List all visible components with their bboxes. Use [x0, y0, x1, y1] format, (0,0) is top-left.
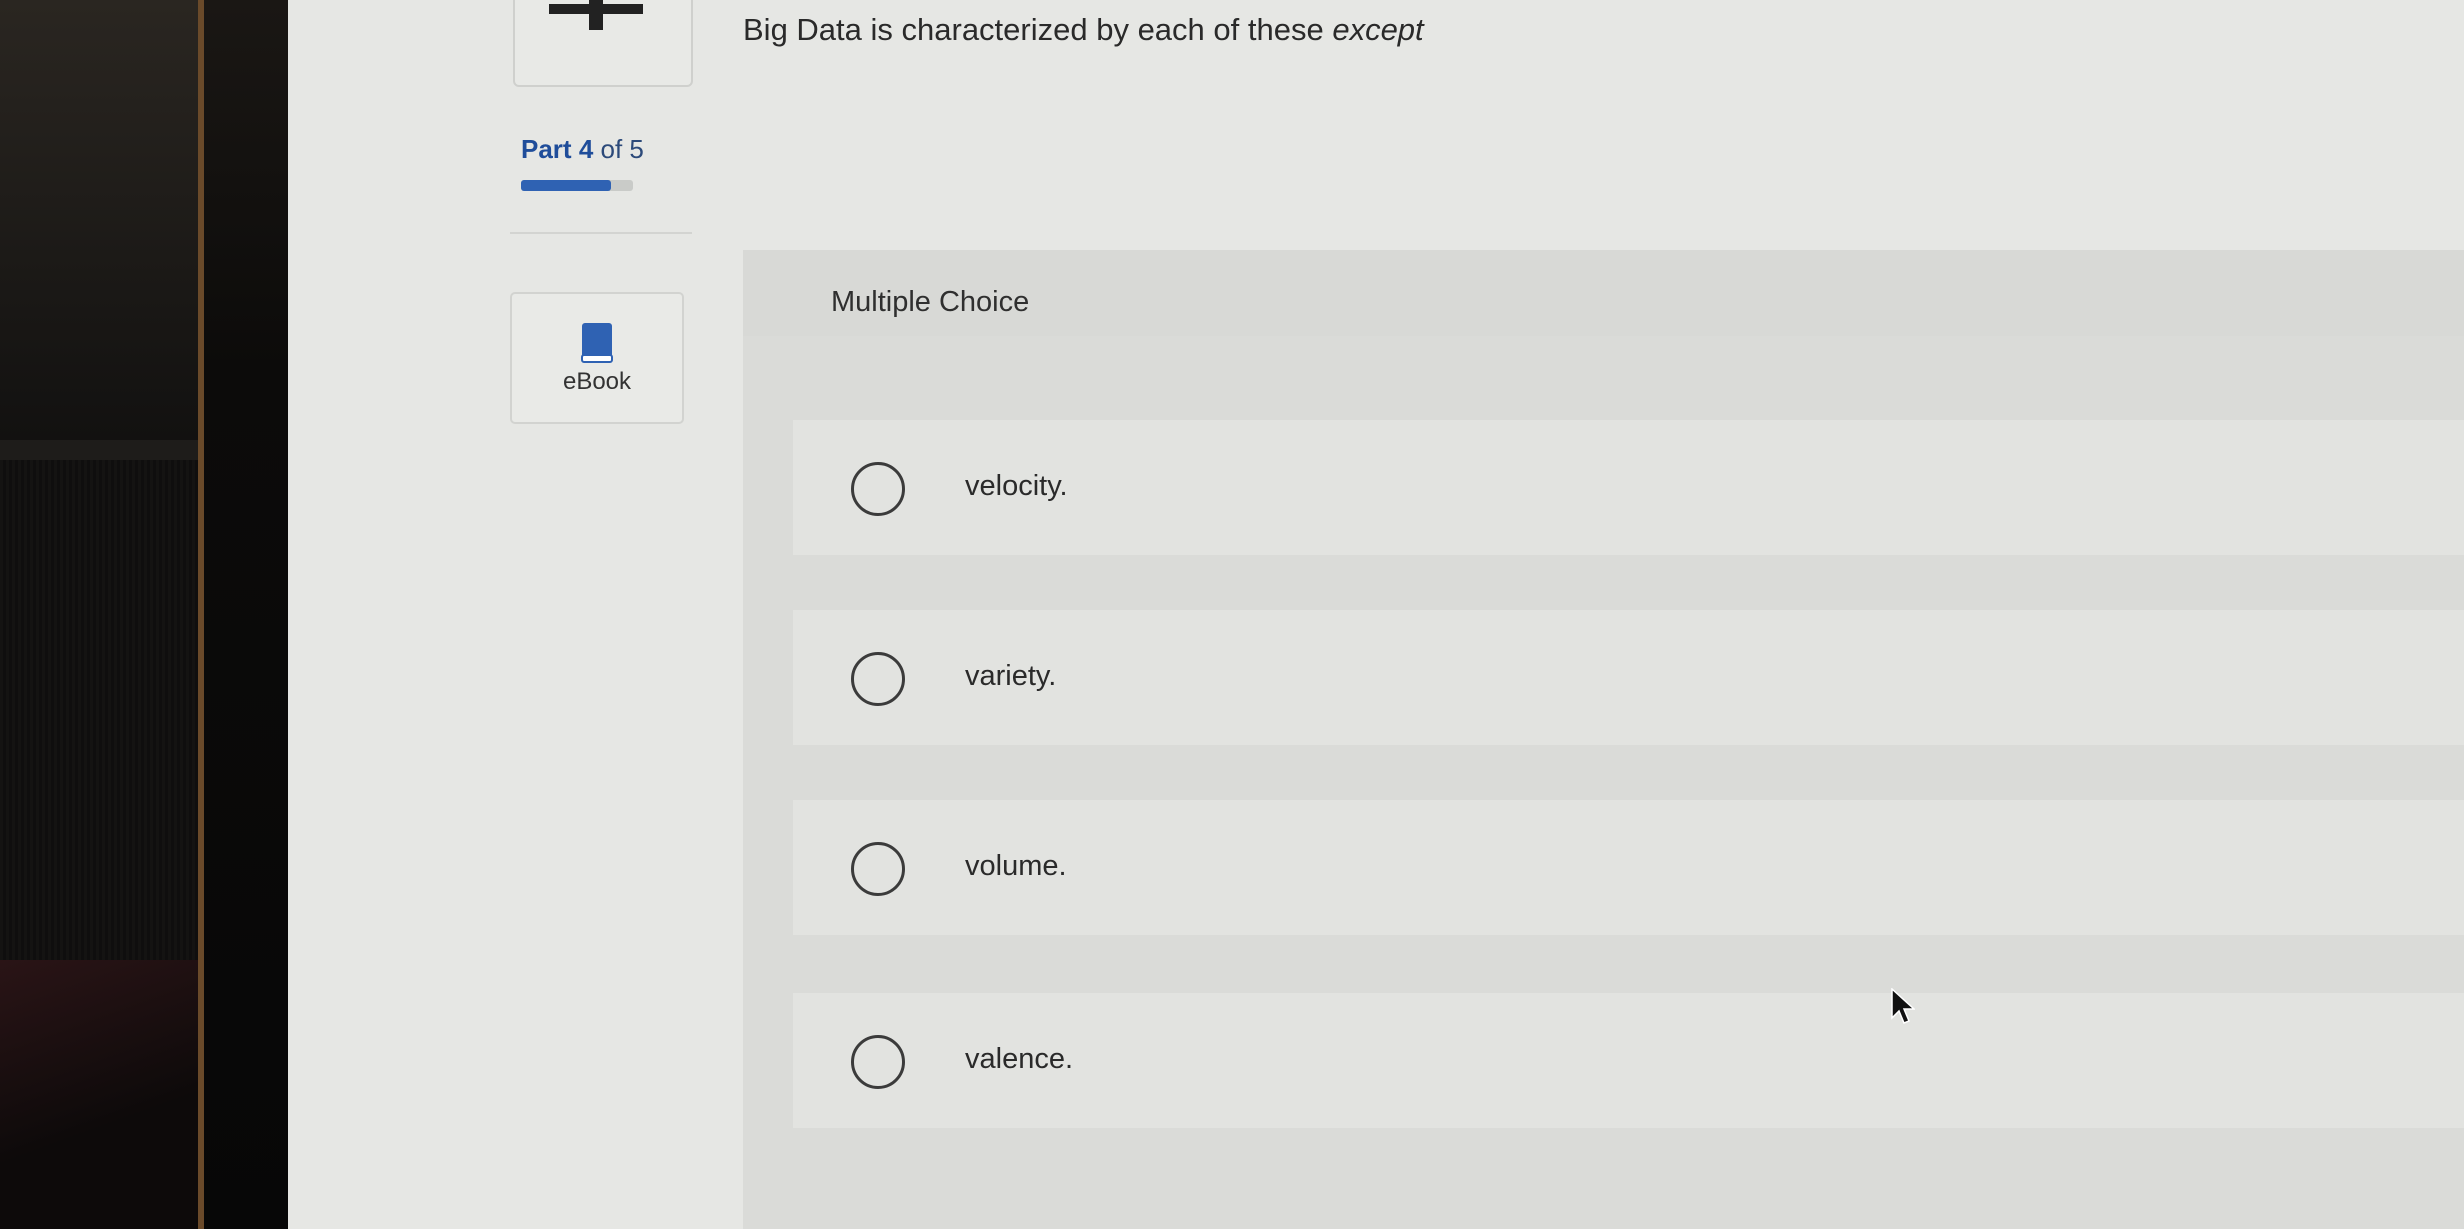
background-panel	[0, 460, 200, 960]
answer-option[interactable]: valence.	[793, 993, 2464, 1128]
part-total: 5	[629, 134, 644, 164]
radio-button[interactable]	[851, 652, 905, 706]
question-card: Multiple Choice velocity. variety. volum…	[743, 250, 2464, 1229]
radio-button[interactable]	[851, 1035, 905, 1089]
part-prefix: Part	[521, 134, 579, 164]
radio-button[interactable]	[851, 842, 905, 896]
background-panel	[0, 0, 200, 440]
question-type-label: Multiple Choice	[831, 286, 1030, 318]
plus-icon	[549, 0, 643, 30]
background-panel	[0, 440, 200, 460]
question-text: Big Data is characterized by each of the…	[743, 12, 1424, 48]
answer-label: velocity.	[965, 470, 1068, 502]
part-current: 4	[578, 134, 594, 164]
card-header: Multiple Choice	[743, 250, 2464, 336]
quiz-page: Big Data is characterized by each of the…	[288, 0, 2464, 1229]
answer-label: valence.	[965, 1043, 1074, 1075]
question-emphasis: except	[1332, 12, 1424, 47]
answer-option[interactable]: volume.	[793, 800, 2464, 935]
divider	[510, 232, 692, 234]
radio-button[interactable]	[851, 462, 905, 516]
add-tile[interactable]	[513, 0, 693, 87]
part-indicator: Part 4 of 5	[521, 134, 644, 165]
question-stem: Big Data is characterized by each of the…	[743, 12, 1333, 47]
answer-option[interactable]: velocity.	[793, 420, 2464, 555]
monitor-bezel	[0, 0, 310, 1229]
answer-label: variety.	[965, 660, 1057, 692]
mouse-cursor-icon	[1891, 988, 1915, 1024]
book-icon	[581, 323, 613, 363]
answer-option[interactable]: variety.	[793, 610, 2464, 745]
ebook-label: eBook	[562, 368, 632, 395]
answer-label: volume.	[965, 850, 1067, 882]
ebook-button[interactable]: eBook	[510, 292, 684, 424]
part-separator: of	[593, 134, 630, 164]
background-panel	[0, 960, 200, 1229]
bezel-edge	[198, 0, 204, 1229]
progress-fill	[521, 180, 611, 191]
progress-bar	[521, 180, 633, 191]
